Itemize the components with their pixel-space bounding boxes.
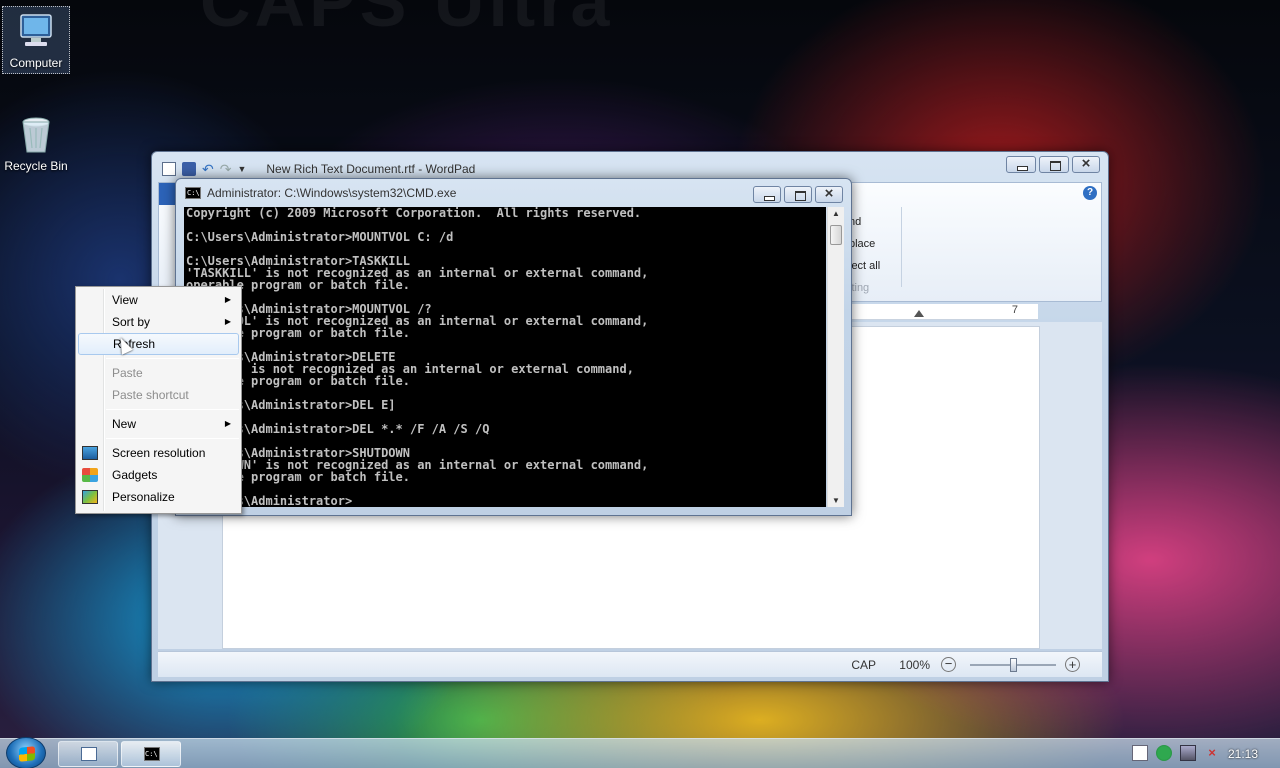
console-output[interactable]: Copyright (c) 2009 Microsoft Corporation… [184,207,826,507]
menu-item-label: Paste shortcut [112,388,189,402]
window-controls [753,185,843,203]
window-controls [1006,155,1100,173]
computer-icon [15,11,57,53]
scroll-down-icon[interactable]: ▼ [828,496,844,505]
window-title: New Rich Text Document.rtf - WordPad [266,162,476,176]
window-title: Administrator: C:\Windows\system32\CMD.e… [207,186,457,200]
replace-button[interactable]: place [849,233,905,255]
ruler[interactable]: 7 [852,304,1038,320]
menu-item-label: Gadgets [112,468,158,482]
desktop-icon-label: Recycle Bin [4,159,68,173]
desktop-icon-label: Computer [9,56,63,70]
zoom-slider-thumb[interactable] [1010,658,1017,672]
menu-item-label: Paste [112,366,143,380]
menu-item-new[interactable]: New ▶ [78,413,239,435]
wordpad-title-bar[interactable]: ↶ ↷ ▼ New Rich Text Document.rtf - WordP… [162,158,988,180]
menu-separator [106,409,239,410]
recycle-bin-icon [15,114,57,156]
menu-item-view[interactable]: View ▶ [78,289,239,311]
close-button[interactable] [1072,155,1100,173]
zoom-out-button[interactable]: − [941,657,956,672]
scroll-thumb[interactable] [830,225,842,245]
desktop-icon-computer[interactable]: Computer [2,6,70,74]
menu-item-sort-by[interactable]: Sort by ▶ [78,311,239,333]
menu-item-gadgets[interactable]: Gadgets [78,464,239,486]
network-icon[interactable] [1180,745,1196,761]
wordpad-icon [81,747,97,761]
menu-item-personalize[interactable]: Personalize [78,486,239,508]
ruler-number: 7 [1011,304,1018,316]
cmd-title-bar[interactable]: C:\ Administrator: C:\Windows\system32\C… [185,186,456,200]
screen-resolution-icon [82,446,98,460]
menu-item-refresh[interactable]: Refresh [78,333,239,355]
close-button[interactable] [815,185,843,203]
maximize-button[interactable] [784,186,812,203]
menu-item-label: Screen resolution [112,446,206,460]
undo-icon[interactable]: ↶ [202,162,214,176]
ribbon-separator [901,207,902,287]
indent-marker[interactable] [914,310,924,317]
menu-item-paste-shortcut[interactable]: Paste shortcut [78,384,239,406]
cmd-icon: C:\ [144,747,160,761]
maximize-button[interactable] [1039,156,1069,173]
desktop-icon-recycle-bin[interactable]: Recycle Bin [2,110,70,173]
menu-item-label: Personalize [112,490,175,504]
action-center-icon[interactable] [1156,745,1172,761]
select-all-button[interactable]: lect all [849,255,905,277]
document-tray-icon[interactable] [1132,745,1148,761]
volume-muted-icon[interactable]: × [1204,745,1220,761]
menu-item-label: View [112,293,138,307]
cmd-window[interactable]: C:\ Administrator: C:\Windows\system32\C… [175,178,852,516]
submenu-arrow-icon: ▶ [224,295,231,304]
system-tray: × [1132,745,1220,761]
clock[interactable]: 21:13 [1228,747,1258,761]
personalize-icon [82,490,98,504]
minimize-button[interactable] [753,186,781,203]
status-bar: CAP 100% − + [158,651,1102,677]
menu-item-screen-resolution[interactable]: Screen resolution [78,442,239,464]
menu-item-paste[interactable]: Paste [78,362,239,384]
minimize-button[interactable] [1006,156,1036,173]
windows-logo-icon [19,746,35,762]
start-button[interactable] [6,737,46,768]
menu-item-label: Sort by [112,315,151,329]
menu-item-label: New [112,417,137,431]
zoom-slider[interactable] [970,658,1056,672]
caps-lock-indicator: CAP [851,658,876,672]
submenu-arrow-icon: ▶ [224,419,231,428]
save-icon[interactable] [182,162,196,176]
submenu-arrow-icon: ▶ [224,317,231,326]
gadgets-icon [82,468,98,482]
redo-icon[interactable]: ↷ [220,162,232,176]
menu-separator [106,358,239,359]
console-text: Copyright (c) 2009 Microsoft Corporation… [186,207,649,507]
cmd-icon: C:\ [185,187,201,199]
editing-group: nd place lect all iting [849,211,905,299]
wallpaper-watermark: CAPS Ultra [200,0,614,41]
taskbar-wordpad-button[interactable] [58,741,118,767]
help-icon[interactable]: ? [1083,186,1097,200]
wordpad-app-icon[interactable] [162,162,176,176]
desktop-context-menu: View ▶ Sort by ▶ Refresh Paste Paste sho… [75,286,242,514]
taskbar-cmd-button[interactable]: C:\ [121,741,181,767]
menu-separator [106,438,239,439]
taskbar: C:\ × 21:13 [0,737,1280,768]
zoom-level: 100% [899,658,930,672]
scroll-up-icon[interactable]: ▲ [828,209,844,218]
editing-group-label: iting [849,282,870,294]
quick-access-dropdown-icon[interactable]: ▼ [237,162,246,176]
vertical-scrollbar[interactable]: ▲ ▼ [827,207,844,507]
find-button[interactable]: nd [849,211,905,233]
zoom-in-button[interactable]: + [1065,657,1080,672]
